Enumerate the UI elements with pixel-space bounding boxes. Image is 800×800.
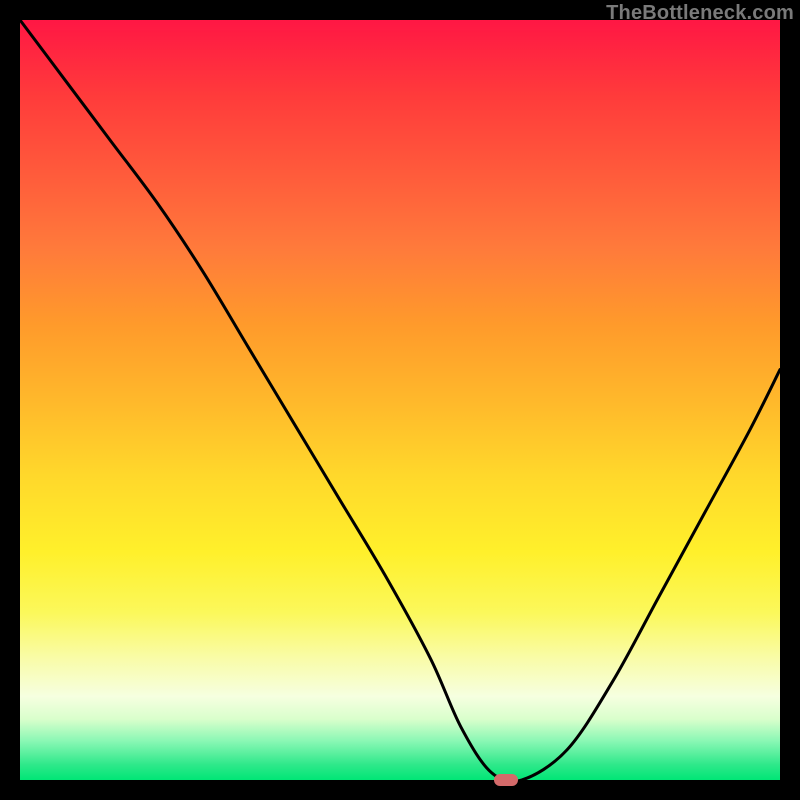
plot-area — [20, 20, 780, 780]
bottleneck-curve — [20, 20, 780, 780]
chart-container: TheBottleneck.com — [0, 0, 800, 800]
optimum-marker — [494, 774, 518, 786]
